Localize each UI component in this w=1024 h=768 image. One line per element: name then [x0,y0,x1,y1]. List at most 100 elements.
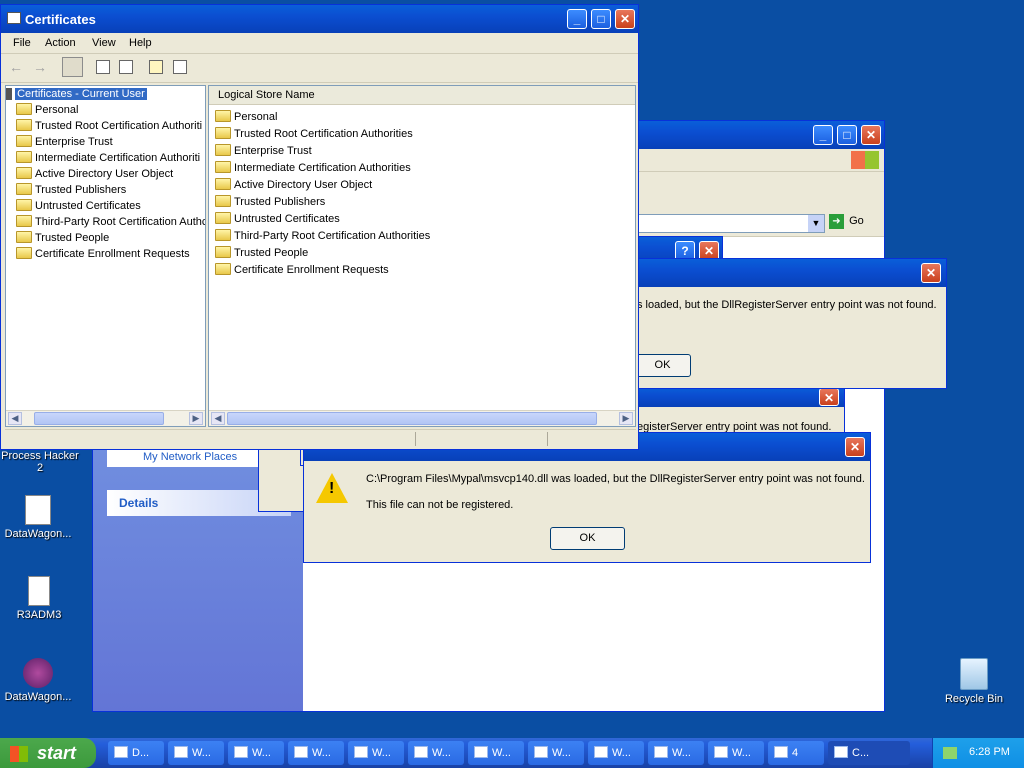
ok-button[interactable]: OK [634,354,691,377]
scroll-thumb[interactable] [34,412,164,425]
tray-icon[interactable] [943,747,957,759]
menu-file[interactable]: File [13,37,31,49]
list-item[interactable]: Active Directory User Object [215,177,372,193]
taskbar-button[interactable]: W... [708,741,764,765]
close-button[interactable]: ✕ [819,388,839,406]
list-item-label: Trusted Root Certification Authorities [234,128,413,140]
scroll-left-arrow-icon[interactable]: ◀ [8,412,22,425]
tree-item[interactable]: Third-Party Root Certification Authc [16,214,205,230]
help-icon[interactable] [149,60,163,74]
scroll-left-arrow-icon[interactable]: ◀ [211,412,225,425]
list-item[interactable]: Third-Party Root Certification Authoriti… [215,228,430,244]
close-button[interactable]: ✕ [845,437,865,457]
taskbar-button[interactable]: W... [648,741,704,765]
menu-action[interactable]: Action [45,37,76,49]
window-title: Certificates [25,12,96,27]
tree-item[interactable]: Enterprise Trust [16,134,113,150]
desktop-icon-process-hacker[interactable]: Process Hacker 2 [0,450,80,474]
taskbar-button[interactable]: W... [528,741,584,765]
tree-horizontal-scrollbar[interactable]: ◀ ▶ [6,410,205,426]
desktop-icon-recycle-bin[interactable]: Recycle Bin [934,658,1014,705]
certificates-window[interactable]: Certificates _ □ ✕ File Action View Help… [0,4,639,450]
window-icon [414,746,428,758]
list-item[interactable]: Intermediate Certification Authorities [215,160,411,176]
desktop-icon-label: DataWagon... [4,528,72,540]
folder-icon [215,246,231,259]
column-header[interactable]: Logical Store Name [209,86,635,105]
desktop-icon-datawagon-2[interactable]: DataWagon... [0,658,78,703]
tree-item[interactable]: Active Directory User Object [16,166,173,182]
list-item[interactable]: Personal [215,109,277,125]
tree-item[interactable]: Trusted People [16,230,109,246]
scroll-right-arrow-icon[interactable]: ▶ [189,412,203,425]
list-item[interactable]: Trusted Root Certification Authorities [215,126,413,142]
folder-icon [215,178,231,191]
desktop-icon-r3adm3[interactable]: R3ADM3 [0,576,79,621]
taskbar-button[interactable]: C... [828,741,910,765]
tree-item-label: Trusted Root Certification Authoriti [35,120,203,132]
taskbar-button[interactable]: W... [348,741,404,765]
list-pane[interactable]: Logical Store Name Personal Trusted Root … [208,85,636,427]
taskbar-button[interactable]: W... [288,741,344,765]
tree-item[interactable]: Trusted Publishers [16,182,126,198]
tree-pane[interactable]: Certificates - Current User Personal Trus… [5,85,206,427]
folder-icon [215,110,231,123]
menu-help[interactable]: Help [129,37,152,49]
window-icon [294,746,308,758]
back-arrow-icon[interactable]: ← [9,59,23,75]
list-item[interactable]: Untrusted Certificates [215,211,340,227]
system-tray: 6:28 PM [932,738,1024,768]
scroll-right-arrow-icon[interactable]: ▶ [619,412,633,425]
tree-item[interactable]: Intermediate Certification Authoriti [16,150,200,166]
ok-button[interactable]: OK [550,527,625,550]
window-icon [834,746,848,758]
warning-icon: ! [316,473,348,503]
dialog-message: s loaded, but the DllRegisterServer entr… [637,299,937,311]
taskbar-button[interactable]: D... [108,741,164,765]
certificates-titlebar[interactable]: Certificates _ □ ✕ [1,5,638,33]
tree-item[interactable]: Personal [16,102,78,118]
close-button[interactable]: ✕ [615,9,635,29]
ok-label: OK [654,359,671,371]
export-list-icon[interactable] [119,60,133,74]
minimize-button[interactable]: _ [567,9,587,29]
taskbar-button[interactable]: W... [468,741,524,765]
close-button[interactable]: ✕ [861,125,881,145]
desktop-icon-datawagon-1[interactable]: DataWagon... [0,495,78,540]
tree-item[interactable]: Trusted Root Certification Authoriti [16,118,202,134]
taskbar-button-label: W... [432,747,451,759]
folder-icon [16,199,32,212]
taskbar-button[interactable]: 4 [768,741,824,765]
tree-item[interactable]: Untrusted Certificates [16,198,141,214]
maximize-button[interactable]: □ [837,125,857,145]
menu-view[interactable]: View [92,37,116,49]
window-icon [594,746,608,758]
list-item-label: Untrusted Certificates [234,213,340,225]
dropdown-arrow-icon[interactable]: ▼ [808,215,824,232]
list-item[interactable]: Certificate Enrollment Requests [215,262,389,278]
start-button[interactable]: start [0,738,96,768]
folder-icon [215,144,231,157]
tree-root[interactable]: Certificates - Current User [6,86,147,102]
taskbar-button[interactable]: W... [408,741,464,765]
taskbar-button[interactable]: W... [228,741,284,765]
scroll-thumb[interactable] [227,412,597,425]
error-dialog-front[interactable]: ✕ ! C:\Program Files\Mypal\msvcp140.dll … [303,432,871,563]
taskbar-button[interactable]: W... [588,741,644,765]
window-icon [354,746,368,758]
close-button[interactable]: ✕ [921,263,941,283]
refresh-icon[interactable] [96,60,110,74]
taskbar-button[interactable]: W... [168,741,224,765]
show-hide-tree-icon[interactable] [62,57,83,77]
tree-item[interactable]: Certificate Enrollment Requests [16,246,190,262]
forward-arrow-icon[interactable]: → [33,59,47,75]
list-horizontal-scrollbar[interactable]: ◀ ▶ [209,410,635,426]
list-item[interactable]: Trusted People [215,245,308,261]
maximize-button[interactable]: □ [591,9,611,29]
details-label: Details [119,496,159,510]
list-item[interactable]: Enterprise Trust [215,143,312,159]
list-item[interactable]: Trusted Publishers [215,194,325,210]
properties-icon[interactable] [173,60,187,74]
go-button[interactable]: ➜ Go [829,214,879,233]
minimize-button[interactable]: _ [813,125,833,145]
